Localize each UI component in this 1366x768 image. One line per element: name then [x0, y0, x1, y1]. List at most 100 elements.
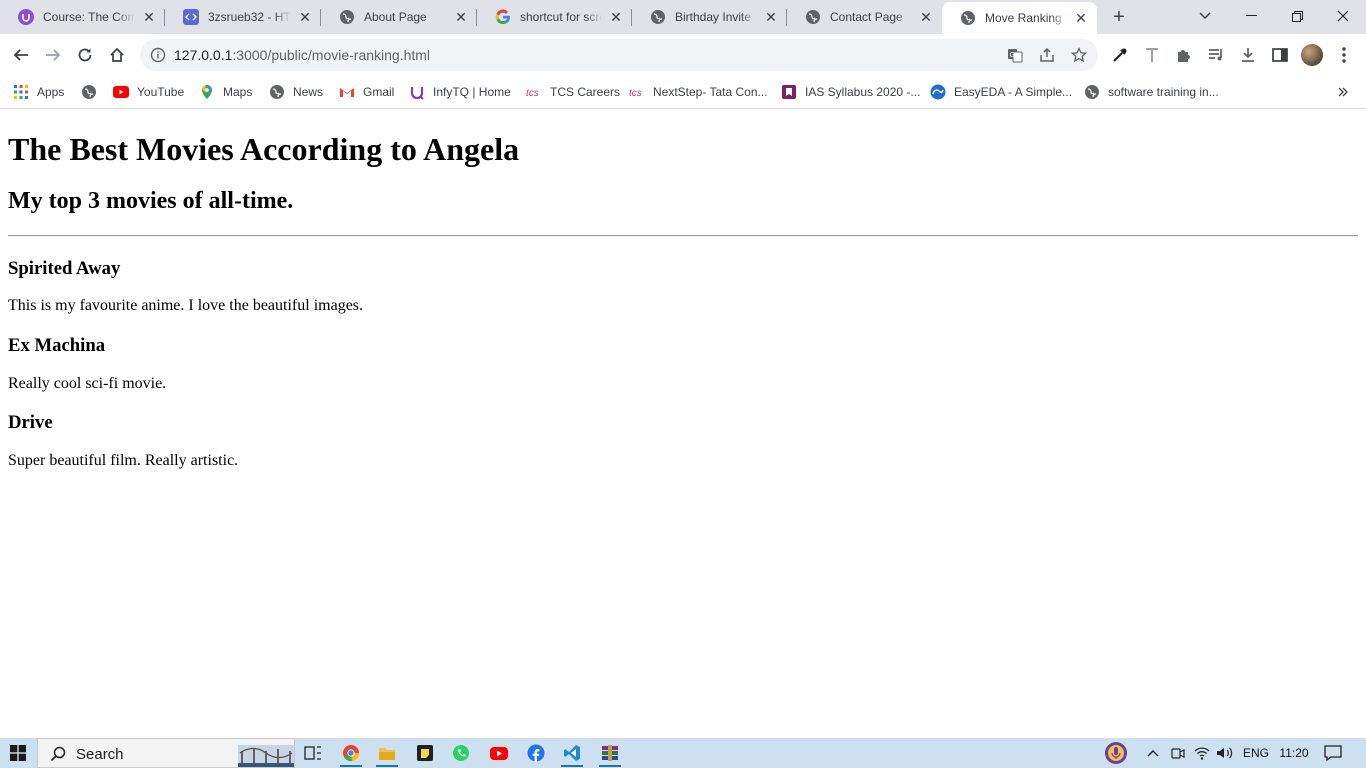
- bookmark-label: TCS Careers: [550, 85, 621, 99]
- page-title: The Best Movies According to Angela: [8, 131, 520, 167]
- active-indicator: [561, 765, 583, 767]
- apps-grid-icon: [13, 84, 29, 100]
- youtube-taskbar-icon[interactable]: [482, 738, 516, 768]
- tab-contact[interactable]: Contact Page ✕: [787, 0, 942, 34]
- bookmark-star-icon[interactable]: [1071, 47, 1087, 63]
- windows-start-button[interactable]: [0, 738, 36, 768]
- close-tab-icon[interactable]: ✕: [1073, 10, 1089, 26]
- tab-title: Course: The Com: [43, 10, 135, 24]
- forward-button[interactable]: [38, 40, 68, 70]
- bookmark-label: News: [293, 85, 324, 99]
- movie-description: Super beautiful film. Really artistic.: [8, 452, 239, 469]
- tcs-icon: tcs: [629, 84, 645, 100]
- vscode-icon[interactable]: [555, 738, 589, 768]
- movie-description: This is my favourite anime. I love the b…: [8, 297, 364, 314]
- clock-time[interactable]: 11:20: [1276, 738, 1312, 768]
- tray-chevron-up-icon[interactable]: [1143, 738, 1163, 768]
- sticky-notes-icon[interactable]: [408, 738, 442, 768]
- site-info-icon[interactable]: [150, 47, 166, 63]
- bookmark-infytq[interactable]: InfyTQ | Home: [409, 82, 511, 102]
- close-tab-icon[interactable]: ✕: [918, 9, 934, 25]
- side-panel-icon[interactable]: [1271, 46, 1289, 64]
- tab-course[interactable]: Course: The Com ✕: [0, 0, 165, 34]
- bookmark-label: Gmail: [363, 85, 395, 99]
- bookmark-youtube[interactable]: YouTube: [113, 82, 184, 102]
- restore-button[interactable]: [1274, 0, 1320, 32]
- close-tab-icon[interactable]: ✕: [608, 9, 624, 25]
- profile-avatar[interactable]: [1301, 44, 1323, 66]
- globe-icon: [269, 84, 285, 100]
- bookmark-label: software training in...: [1108, 85, 1219, 99]
- minimize-button[interactable]: [1228, 0, 1274, 32]
- code-icon: [183, 9, 199, 25]
- maps-icon: [199, 84, 215, 100]
- home-button[interactable]: [102, 40, 132, 70]
- reload-button[interactable]: [70, 40, 100, 70]
- bookmark-ias[interactable]: IAS Syllabus 2020 -...: [781, 82, 920, 102]
- bookmark-gmail[interactable]: Gmail: [339, 82, 394, 102]
- text-tool-icon[interactable]: [1143, 46, 1161, 64]
- translate-icon[interactable]: G: [1007, 47, 1023, 63]
- tab-title: Contact Page: [830, 10, 903, 24]
- infytq-icon: [409, 84, 425, 100]
- podcast-mic-icon[interactable]: [1100, 738, 1132, 768]
- facebook-icon[interactable]: [519, 738, 553, 768]
- volume-icon[interactable]: [1214, 738, 1236, 768]
- page-content: The Best Movies According to Angela My t…: [0, 109, 1366, 738]
- bookmark-maps[interactable]: Maps: [199, 82, 252, 102]
- book-icon: [781, 84, 797, 100]
- address-bar[interactable]: 127.0.0.1:3000/public/movie-ranking.html…: [140, 39, 1098, 71]
- bookmark-globe[interactable]: [81, 82, 105, 102]
- globe-icon: [650, 9, 666, 25]
- bookmark-easyeda[interactable]: EasyEDA - A Simple...: [930, 82, 1072, 102]
- eyedropper-icon[interactable]: [1111, 46, 1129, 64]
- bookmarks-overflow-chevron-icon[interactable]: [1338, 82, 1348, 102]
- tab-title: Move Ranking P: [985, 11, 1067, 25]
- file-explorer-icon[interactable]: [370, 738, 404, 768]
- bookmark-software-training[interactable]: software training in...: [1084, 82, 1219, 102]
- meet-now-icon[interactable]: [1168, 738, 1188, 768]
- divider: [8, 235, 1358, 237]
- tab-codepen[interactable]: 3zsrueb32 - HTM ✕: [165, 0, 321, 34]
- tab-title: shortcut for scre: [520, 10, 602, 24]
- chrome-taskbar-icon[interactable]: [334, 738, 368, 768]
- close-tab-icon[interactable]: ✕: [763, 9, 779, 25]
- close-tab-icon[interactable]: ✕: [141, 9, 157, 25]
- extensions-icon[interactable]: [1175, 46, 1193, 64]
- bookmark-news[interactable]: News: [269, 82, 323, 102]
- bookmark-nextstep[interactable]: tcs NextStep- Tata Con...: [629, 82, 768, 102]
- bookmark-tcs-careers[interactable]: tcs TCS Careers: [526, 82, 620, 102]
- whatsapp-icon[interactable]: [444, 738, 478, 768]
- menu-kebab-icon[interactable]: [1335, 46, 1353, 64]
- back-button[interactable]: [6, 40, 36, 70]
- winrar-icon[interactable]: [593, 738, 627, 768]
- tab-about[interactable]: About Page ✕: [321, 0, 477, 34]
- input-language[interactable]: ENG: [1240, 738, 1272, 768]
- svg-text:G: G: [1010, 52, 1015, 59]
- close-tab-icon[interactable]: ✕: [297, 9, 313, 25]
- tab-movie-ranking[interactable]: Move Ranking P ✕: [942, 2, 1097, 34]
- tab-title: 3zsrueb32 - HTM: [208, 10, 291, 24]
- globe-icon: [805, 9, 821, 25]
- close-tab-icon[interactable]: ✕: [453, 9, 469, 25]
- gmail-icon: [339, 84, 355, 100]
- tab-birthday[interactable]: Birthday Invite ✕: [632, 0, 787, 34]
- new-tab-button[interactable]: +: [1108, 6, 1130, 28]
- bookmarks-bar: Apps YouTube Maps News Gmail InfyTQ | Ho…: [0, 76, 1366, 109]
- close-window-button[interactable]: [1320, 0, 1366, 32]
- download-icon[interactable]: [1239, 46, 1257, 64]
- movie-title: Spirited Away: [8, 258, 121, 279]
- globe-icon: [1084, 84, 1100, 100]
- tab-google[interactable]: shortcut for scre ✕: [477, 0, 632, 34]
- wifi-icon[interactable]: [1192, 738, 1212, 768]
- bookmark-apps[interactable]: Apps: [13, 82, 64, 102]
- notification-center-icon[interactable]: [1320, 738, 1346, 768]
- google-icon: [495, 9, 511, 25]
- task-view-icon[interactable]: [296, 738, 330, 768]
- taskbar-search-box[interactable]: Search: [37, 738, 295, 768]
- reading-list-icon[interactable]: [1207, 46, 1225, 64]
- share-icon[interactable]: [1039, 47, 1055, 63]
- url-text[interactable]: 127.0.0.1:3000/public/movie-ranking.html: [174, 47, 430, 63]
- tab-search-chevron-icon[interactable]: [1182, 0, 1228, 32]
- globe-icon: [960, 10, 976, 26]
